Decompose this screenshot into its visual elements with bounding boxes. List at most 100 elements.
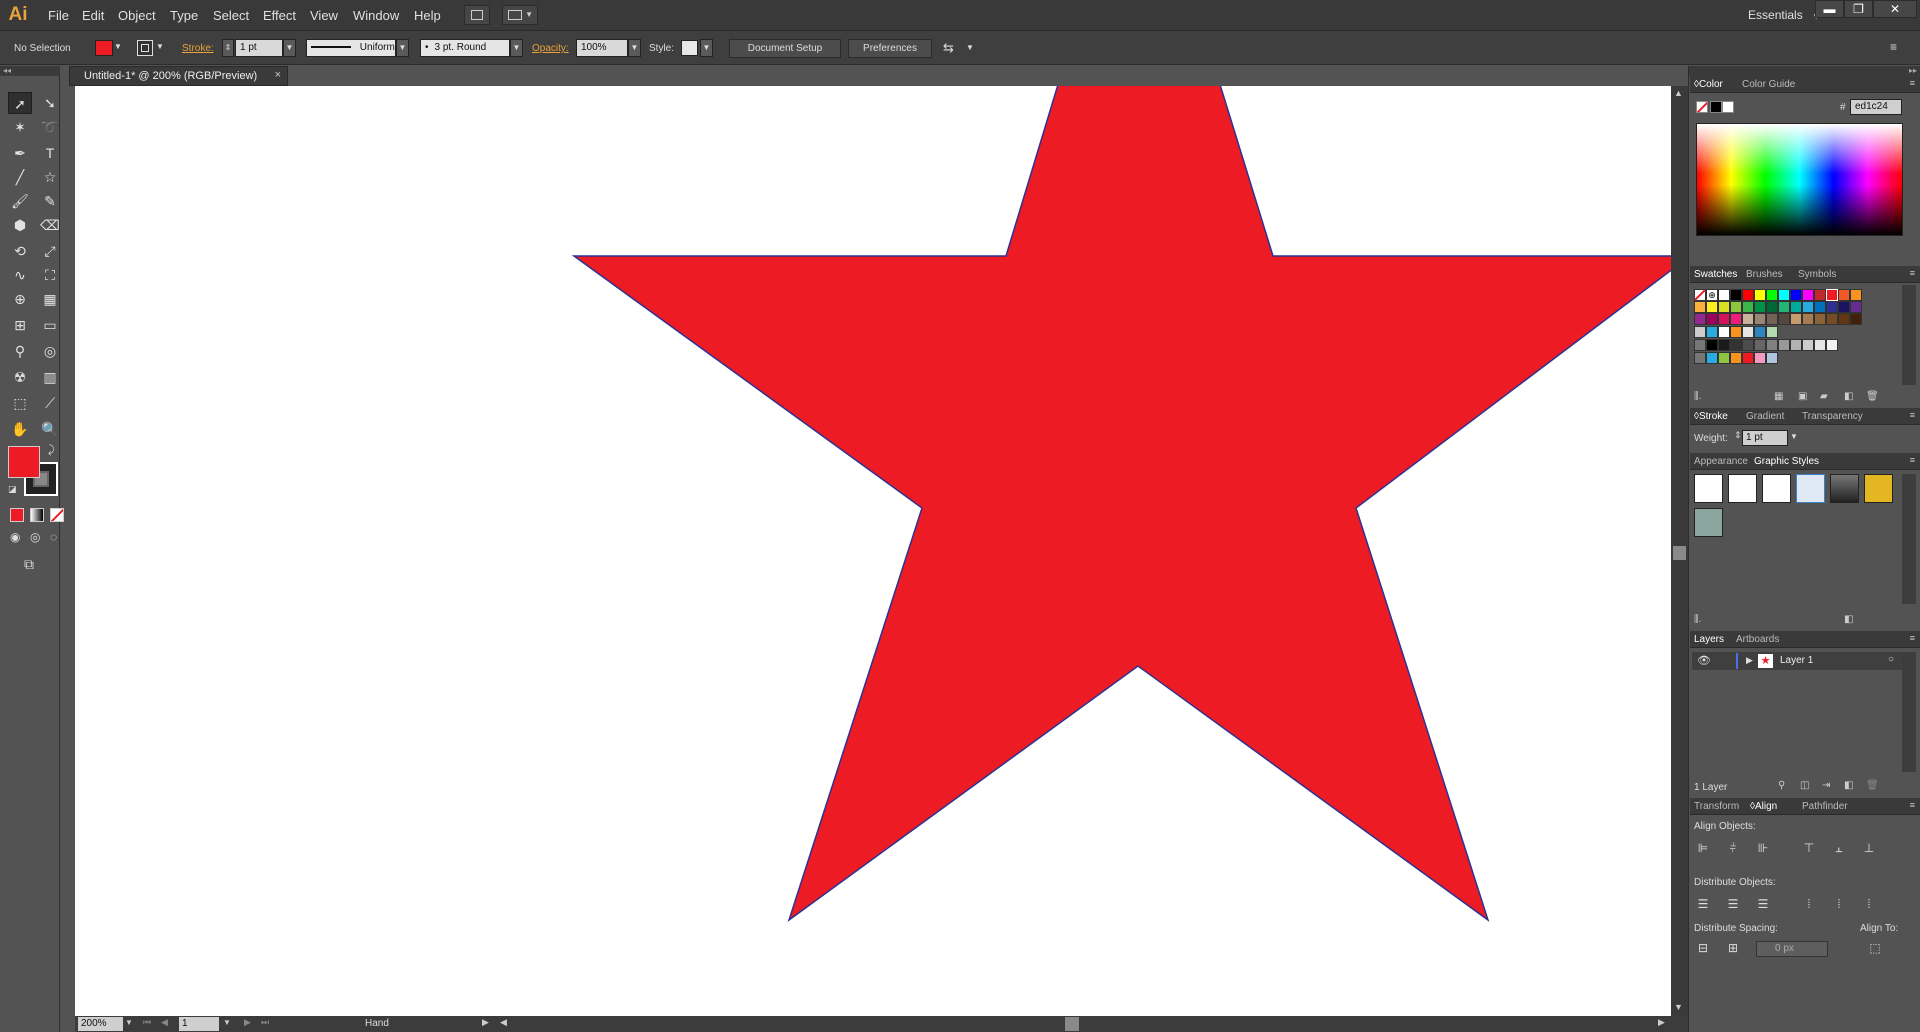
- tab-layers[interactable]: Layers: [1694, 634, 1724, 645]
- fill-dropdown[interactable]: ▼: [113, 39, 123, 57]
- swatch[interactable]: [1694, 313, 1706, 325]
- swatch[interactable]: [1826, 289, 1838, 301]
- weight-stepper-icon[interactable]: ⇕: [1734, 430, 1742, 441]
- distribute-bottom-icon[interactable]: ☰: [1754, 897, 1772, 913]
- opacity-label[interactable]: Opacity:: [532, 43, 569, 54]
- warp-tool-icon[interactable]: ∿: [8, 264, 32, 286]
- swatch[interactable]: [1706, 352, 1718, 364]
- slice-tool-icon[interactable]: ⟋: [38, 392, 62, 414]
- hand-tool-icon[interactable]: ✋: [8, 418, 32, 440]
- column-graph-tool-icon[interactable]: ▥: [38, 366, 62, 388]
- pen-tool-icon[interactable]: ✒: [8, 142, 32, 164]
- perspective-grid-tool-icon[interactable]: ▦: [38, 288, 62, 310]
- stroke-profile-select[interactable]: Uniform: [306, 39, 396, 57]
- red-star-shape[interactable]: [571, 86, 1671, 922]
- spacing-input[interactable]: 0 px: [1756, 941, 1828, 957]
- swatch-libraries-icon[interactable]: ⫼.: [1694, 391, 1701, 402]
- symbol-sprayer-tool-icon[interactable]: ☢: [8, 366, 32, 388]
- tab-swatches[interactable]: Swatches: [1694, 269, 1737, 280]
- horizontal-distribute-space-icon[interactable]: ⊞: [1724, 941, 1742, 957]
- align-bottom-icon[interactable]: ⊥: [1860, 841, 1878, 857]
- swatch[interactable]: [1730, 326, 1742, 338]
- next-artboard-icon[interactable]: ▶: [244, 1017, 251, 1028]
- scale-tool-icon[interactable]: ⤢: [38, 240, 62, 262]
- layers-scrollbar[interactable]: [1902, 652, 1916, 772]
- draw-inside-icon[interactable]: ◌: [50, 530, 57, 544]
- bridge-button[interactable]: [464, 5, 490, 25]
- direct-selection-tool-icon[interactable]: ➘: [38, 92, 62, 114]
- swatch[interactable]: [1802, 339, 1814, 351]
- panel-menu-icon[interactable]: ≡: [1890, 40, 1897, 54]
- swatch[interactable]: [1694, 301, 1706, 313]
- menu-window[interactable]: Window: [353, 8, 399, 23]
- swatch[interactable]: [1790, 313, 1802, 325]
- distribute-right-icon[interactable]: ⦙: [1860, 897, 1878, 913]
- color-mode-icon[interactable]: [10, 508, 24, 522]
- swatch[interactable]: [1718, 301, 1730, 313]
- menu-file[interactable]: File: [48, 8, 69, 23]
- close-tab-icon[interactable]: ×: [275, 69, 281, 81]
- panel-menu-icon[interactable]: ≡: [1910, 633, 1915, 643]
- white-color-icon[interactable]: [1722, 101, 1734, 113]
- status-menu-icon[interactable]: ▶: [482, 1017, 489, 1028]
- swatch[interactable]: [1754, 301, 1766, 313]
- swatch[interactable]: [1742, 313, 1754, 325]
- graphic-style-gradient[interactable]: [1830, 474, 1859, 503]
- minimize-button[interactable]: ▬: [1815, 0, 1844, 18]
- menu-view[interactable]: View: [310, 8, 338, 23]
- horizontal-scroll-thumb[interactable]: [1065, 1017, 1079, 1031]
- distribute-horizontal-center-icon[interactable]: ⦙: [1830, 897, 1848, 913]
- zoom-dropdown-icon[interactable]: ▼: [125, 1018, 133, 1027]
- tab-gradient[interactable]: Gradient: [1746, 411, 1784, 422]
- menu-help[interactable]: Help: [414, 8, 441, 23]
- swatch[interactable]: [1838, 313, 1850, 325]
- new-swatch-icon[interactable]: ◧: [1844, 391, 1853, 402]
- layer-name[interactable]: Layer 1: [1780, 655, 1813, 666]
- style-dropdown[interactable]: ▼: [700, 39, 713, 57]
- swatch[interactable]: [1718, 352, 1730, 364]
- swatch[interactable]: [1706, 339, 1718, 351]
- previous-artboard-icon[interactable]: ◀: [161, 1017, 168, 1028]
- swatch[interactable]: [1838, 301, 1850, 313]
- swatch[interactable]: [1766, 313, 1778, 325]
- first-artboard-icon[interactable]: ⏮: [143, 1017, 151, 1028]
- swatch[interactable]: [1694, 289, 1706, 301]
- align-right-icon[interactable]: ⊪: [1754, 841, 1772, 857]
- none-mode-icon[interactable]: [50, 508, 64, 522]
- swatch[interactable]: [1706, 326, 1718, 338]
- menu-effect[interactable]: Effect: [263, 8, 296, 23]
- align-top-icon[interactable]: ⊤: [1800, 841, 1818, 857]
- tab-align[interactable]: ◊Align: [1750, 801, 1777, 812]
- magic-wand-tool-icon[interactable]: ✶: [8, 116, 32, 138]
- swatch[interactable]: ⊕: [1706, 289, 1718, 301]
- draw-normal-icon[interactable]: ◉: [10, 530, 20, 544]
- stroke-dropdown[interactable]: ▼: [155, 39, 165, 57]
- swatch[interactable]: [1814, 301, 1826, 313]
- swatch[interactable]: [1730, 301, 1742, 313]
- stroke-weight-field[interactable]: 1 pt: [235, 39, 283, 57]
- tab-stroke[interactable]: ◊Stroke: [1694, 411, 1728, 422]
- menu-edit[interactable]: Edit: [82, 8, 104, 23]
- eyedropper-tool-icon[interactable]: ⚲: [8, 340, 32, 362]
- graphic-style-outline[interactable]: [1762, 474, 1791, 503]
- swatch[interactable]: [1694, 339, 1706, 351]
- blob-brush-tool-icon[interactable]: ⬢: [8, 214, 32, 236]
- zoom-tool-icon[interactable]: 🔍: [38, 418, 62, 440]
- swatch[interactable]: [1778, 313, 1790, 325]
- stroke-profile-dropdown[interactable]: ▼: [396, 39, 409, 57]
- mesh-tool-icon[interactable]: ⊞: [8, 314, 32, 336]
- swatch[interactable]: [1694, 352, 1706, 364]
- rotate-tool-icon[interactable]: ⟲: [8, 240, 32, 262]
- align-horizontal-center-icon[interactable]: ⫩: [1724, 841, 1742, 857]
- line-tool-icon[interactable]: ╱: [8, 166, 32, 188]
- panel-menu-icon[interactable]: ≡: [1910, 410, 1915, 420]
- artboard-number-field[interactable]: 1: [179, 1017, 219, 1031]
- zoom-field[interactable]: 200%: [78, 1017, 123, 1031]
- swatch[interactable]: [1718, 313, 1730, 325]
- eraser-tool-icon[interactable]: ⌫: [38, 214, 62, 236]
- swatch[interactable]: [1778, 289, 1790, 301]
- swatch[interactable]: [1766, 289, 1778, 301]
- align-vertical-center-icon[interactable]: ⫠: [1830, 841, 1848, 857]
- stroke-color-swatch[interactable]: [137, 40, 153, 56]
- brush-select[interactable]: • 3 pt. Round: [420, 39, 510, 57]
